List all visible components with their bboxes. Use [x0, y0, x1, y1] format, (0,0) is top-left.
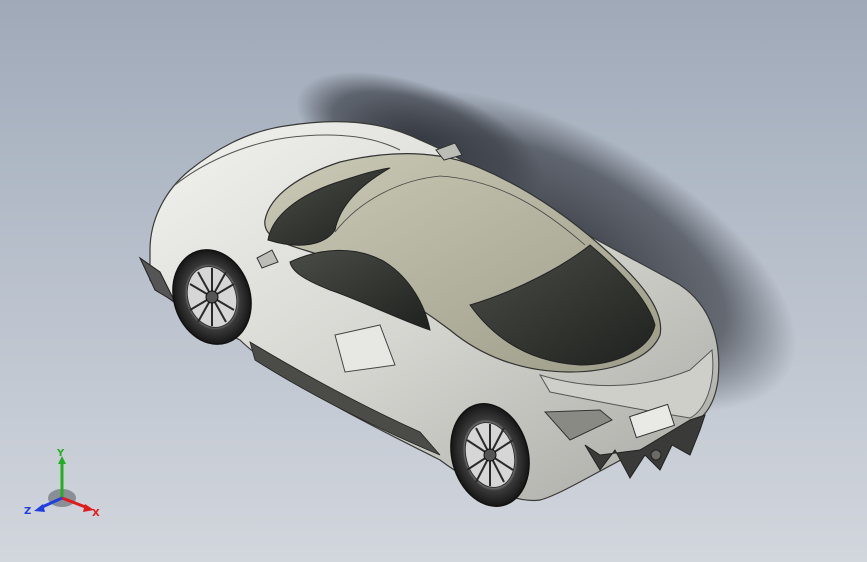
car-model[interactable] [0, 0, 867, 562]
z-axis-label: Z [24, 506, 31, 517]
coordinate-triad[interactable]: Y X Z [22, 448, 106, 522]
y-axis-label: Y [56, 448, 65, 459]
graphics-viewport[interactable]: Y X Z [0, 0, 867, 562]
x-axis-label: X [92, 508, 100, 519]
